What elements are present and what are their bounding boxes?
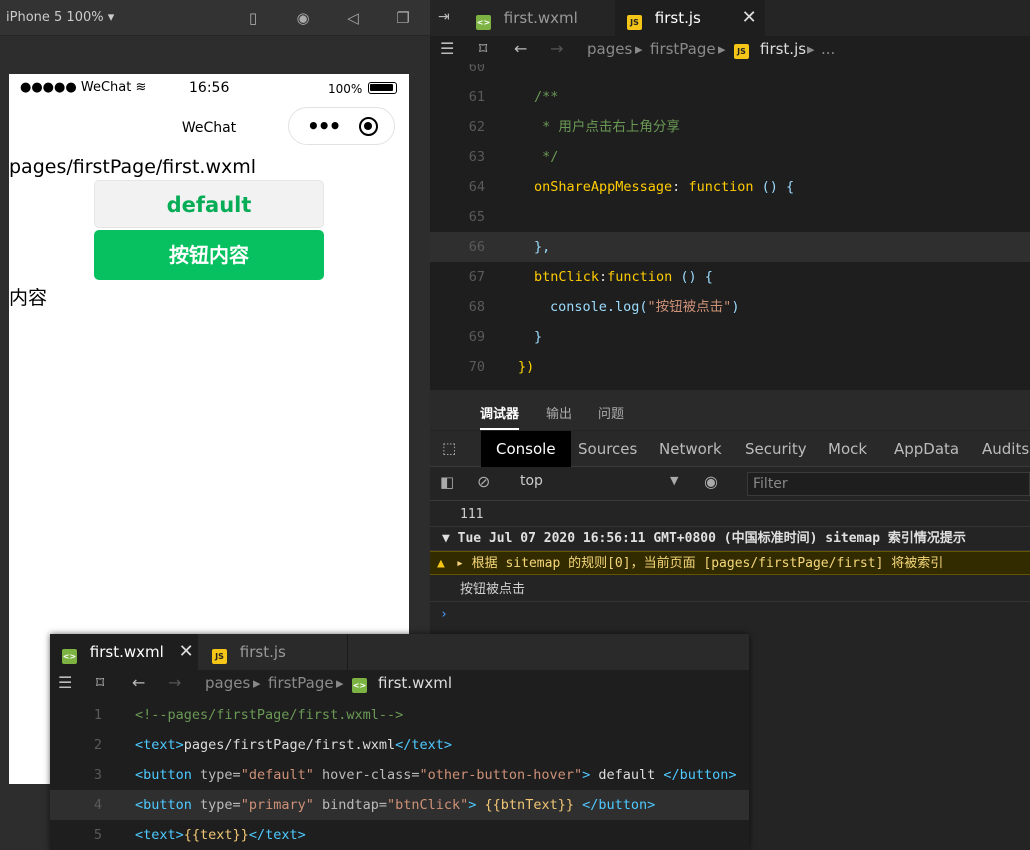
tab-problems[interactable]: 问题 <box>598 403 624 422</box>
chevron-down-icon[interactable]: ▼ <box>670 474 678 487</box>
wxml-file-icon: <> <box>62 649 77 664</box>
code-area[interactable]: 1 <!--pages/firstPage/first.wxml--> 2 <tex… <box>50 700 749 850</box>
tab-first-wxml[interactable]: <> first.wxml ✕ <box>50 634 198 670</box>
close-miniprogram-icon[interactable] <box>359 117 378 136</box>
simulator-toolbar: iPhone 5 100% ▾ ▯ ◉ ◁ ❐ <box>0 0 430 36</box>
close-tab-icon[interactable]: ✕ <box>179 641 194 662</box>
filter-input[interactable]: Filter <box>747 472 1030 496</box>
context-select[interactable]: top <box>520 473 543 489</box>
code-area[interactable]: 60 61/** 62 * 用户点击右上角分享 63 */ 64 onShareA… <box>430 64 1030 390</box>
breadcrumb-item[interactable]: first.js <box>760 40 806 58</box>
js-file-icon: JS <box>627 15 642 30</box>
inspect-icon[interactable]: ⬚ <box>442 439 456 457</box>
tab-first-js[interactable]: JS first.js ✕ <box>615 0 765 36</box>
collapse-icon[interactable]: ⇥ <box>438 9 450 25</box>
breadcrumb-item[interactable]: pages <box>205 674 250 692</box>
forward-arrow-icon[interactable]: → <box>550 39 563 58</box>
console-log: 按钮被点击 <box>430 578 1030 602</box>
carrier-label: ●●●●● WeChat ≋ <box>20 80 147 95</box>
back-arrow-icon[interactable]: ← <box>132 673 145 692</box>
bookmark-icon[interactable]: ⌑ <box>96 673 104 692</box>
tab-audits[interactable]: Audits <box>982 431 1029 467</box>
console-warning[interactable]: ▲ ▸ 根据 sitemap 的规则[0]，当前页面 [pages/firstP… <box>430 551 1030 575</box>
device-selector[interactable]: iPhone 5 100% ▾ <box>6 10 114 25</box>
list-icon[interactable]: ☰ <box>58 673 72 692</box>
js-editor: ⇥ <> first.wxml JS first.js ✕ ☰ ⌑ ← → pa… <box>430 0 1030 390</box>
tab-network[interactable]: Network <box>659 431 722 467</box>
clear-console-icon[interactable]: ⊘ <box>477 472 490 491</box>
tab-security[interactable]: Security <box>745 431 807 467</box>
window-icon[interactable]: ❐ <box>394 9 412 27</box>
battery-percent: 100% <box>328 82 363 96</box>
breadcrumb-item[interactable]: firstPage <box>268 674 334 692</box>
phone-icon[interactable]: ▯ <box>244 9 262 27</box>
volume-icon[interactable]: ◁ <box>344 9 362 27</box>
breadcrumb-item[interactable]: pages <box>587 40 632 58</box>
page-path-text: pages/firstPage/first.wxml <box>9 156 257 178</box>
console-toolbar: ◧ ⊘ top ▼ ◉ Filter <box>430 467 1030 501</box>
breadcrumb: ☰ ⌑ ← → pages ▸ firstPage ▸ <> first.wxm… <box>50 670 749 698</box>
wxml-file-icon: <> <box>476 15 491 30</box>
menu-capsule: ••• <box>288 107 395 145</box>
devtools-tabs: ⬚ Console Sources Network Security Mock … <box>430 431 1030 467</box>
default-button[interactable]: default <box>94 180 324 228</box>
editor-tabbar: ⇥ <> first.wxml JS first.js ✕ <box>430 0 1030 36</box>
warning-icon: ▲ <box>437 556 445 571</box>
js-file-icon: JS <box>212 649 227 664</box>
tab-first-js[interactable]: JS first.js <box>198 634 348 670</box>
editor-tabbar: <> first.wxml ✕ JS first.js <box>50 634 749 670</box>
tab-output[interactable]: 输出 <box>546 403 572 422</box>
wifi-icon: ≋ <box>135 80 147 95</box>
tab-console[interactable]: Console <box>481 431 571 467</box>
console-prompt[interactable]: › <box>430 603 1030 627</box>
back-arrow-icon[interactable]: ← <box>514 39 527 58</box>
list-icon[interactable]: ☰ <box>440 39 454 58</box>
console-group[interactable]: ▼ Tue Jul 07 2020 16:56:11 GMT+0800 (中国标… <box>430 527 1030 551</box>
breadcrumb-item[interactable]: first.wxml <box>378 674 452 692</box>
bookmark-icon[interactable]: ⌑ <box>479 39 487 58</box>
content-text: 内容 <box>9 287 48 309</box>
status-bar: ●●●●● WeChat ≋ 16:56 100% <box>9 74 409 102</box>
more-icon[interactable]: ••• <box>307 114 341 138</box>
status-time: 16:56 <box>189 80 230 96</box>
debugger-tabs: 调试器 输出 问题 <box>430 390 1030 430</box>
forward-arrow-icon[interactable]: → <box>168 673 181 692</box>
sidebar-toggle-icon[interactable]: ◧ <box>440 473 454 491</box>
record-icon[interactable]: ◉ <box>294 9 312 27</box>
wxml-editor: <> first.wxml ✕ JS first.js ☰ ⌑ ← → page… <box>50 634 749 850</box>
eye-icon[interactable]: ◉ <box>704 472 718 491</box>
tab-mock[interactable]: Mock <box>828 431 867 467</box>
js-file-icon: JS <box>734 44 749 59</box>
wxml-file-icon: <> <box>352 678 367 693</box>
breadcrumb: ☰ ⌑ ← → pages ▸ firstPage ▸ JS first.js … <box>430 36 1030 64</box>
close-tab-icon[interactable]: ✕ <box>742 7 757 28</box>
console-log: 111 <box>430 503 1030 527</box>
battery-icon <box>368 82 397 94</box>
tab-debugger[interactable]: 调试器 <box>480 403 520 430</box>
tab-first-wxml[interactable]: <> first.wxml <box>466 0 636 36</box>
primary-button[interactable]: 按钮内容 <box>94 230 324 280</box>
tab-appdata[interactable]: AppData <box>894 431 959 467</box>
breadcrumb-item[interactable]: firstPage <box>650 40 716 58</box>
tab-sources[interactable]: Sources <box>578 431 637 467</box>
